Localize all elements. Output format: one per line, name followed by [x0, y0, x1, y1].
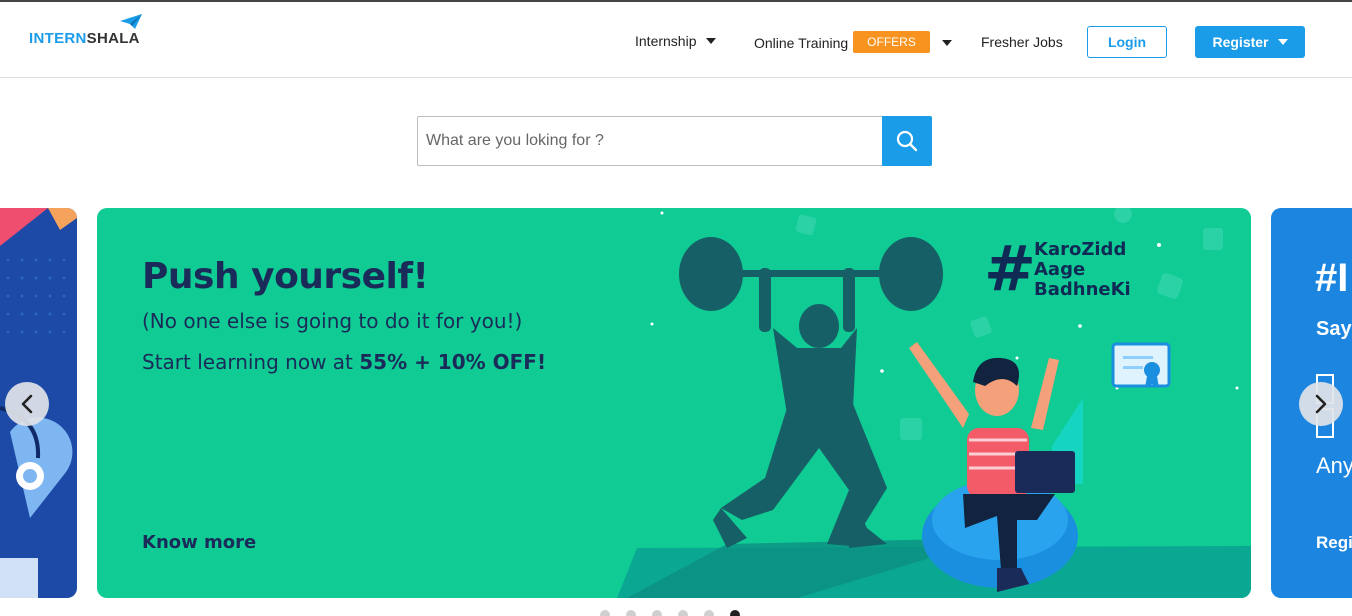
carousel-dot[interactable]: [704, 610, 714, 616]
next-slide-text-3: Regi: [1316, 533, 1352, 552]
carousel-dot[interactable]: [652, 610, 662, 616]
next-slide-hashtag: #I: [1315, 256, 1349, 300]
search-input[interactable]: [418, 117, 883, 165]
slide-headline: Push yourself!: [142, 256, 429, 297]
carousel-dot[interactable]: [626, 610, 636, 616]
search-bar: [417, 116, 932, 166]
logo-text-shala: SHALA: [86, 30, 140, 47]
hashtag-symbol: #: [984, 232, 1036, 305]
register-button[interactable]: Register: [1195, 26, 1305, 58]
chevron-left-icon: [21, 394, 33, 414]
nav-online-training[interactable]: Online Training OFFERS: [754, 31, 952, 54]
slide-offer-prefix: Start learning now at: [142, 350, 360, 374]
hashtag-line-2: Aage: [1034, 259, 1086, 280]
register-button-label: Register: [1212, 34, 1269, 50]
carousel-dot[interactable]: [600, 610, 610, 616]
login-button[interactable]: Login: [1087, 26, 1167, 58]
logo-text-intern: INTERN: [29, 30, 87, 47]
carousel-dot[interactable]: [730, 610, 740, 616]
logo[interactable]: INTERNSHALA: [29, 14, 159, 54]
nav-internship-label: Internship: [635, 33, 697, 49]
carousel-dots: [600, 610, 740, 616]
next-slide-text: Say: [1316, 318, 1352, 340]
login-button-label: Login: [1107, 34, 1147, 50]
know-more-link[interactable]: Know more: [142, 532, 256, 553]
nav-internship[interactable]: Internship: [635, 33, 717, 49]
chevron-down-icon: [941, 40, 952, 46]
carousel-slide-active[interactable]: Push yourself! (No one else is going to …: [97, 208, 1251, 598]
hashtag-line-3: BadhneKi: [1034, 279, 1131, 300]
offers-badge: OFFERS: [853, 31, 930, 53]
chevron-right-icon: [1315, 394, 1327, 414]
slide-offer-discount: 55% + 10% OFF!: [359, 350, 547, 374]
nav-fresher-jobs-label: Fresher Jobs: [981, 34, 1063, 50]
chevron-down-icon: [1277, 39, 1288, 45]
paper-plane-icon: [120, 14, 142, 29]
slide-offer: Start learning now at 55% + 10% OFF!: [142, 350, 546, 374]
nav-online-training-label: Online Training: [754, 35, 849, 51]
search-icon: [896, 130, 918, 152]
logo-text: INTERNSHALA: [29, 30, 140, 47]
hashtag-line-1: KaroZidd: [1034, 239, 1127, 260]
chevron-down-icon: [706, 38, 717, 44]
carousel-dot[interactable]: [678, 610, 688, 616]
nav-fresher-jobs[interactable]: Fresher Jobs: [981, 34, 1063, 50]
carousel-prev-button[interactable]: [5, 382, 49, 426]
slide-subline: (No one else is going to do it for you!): [142, 309, 523, 333]
header: INTERNSHALA Internship Online Training O…: [0, 2, 1352, 78]
carousel-next-button[interactable]: [1299, 382, 1343, 426]
next-slide-text-2: Any: [1316, 453, 1352, 478]
search-button[interactable]: [882, 116, 932, 166]
